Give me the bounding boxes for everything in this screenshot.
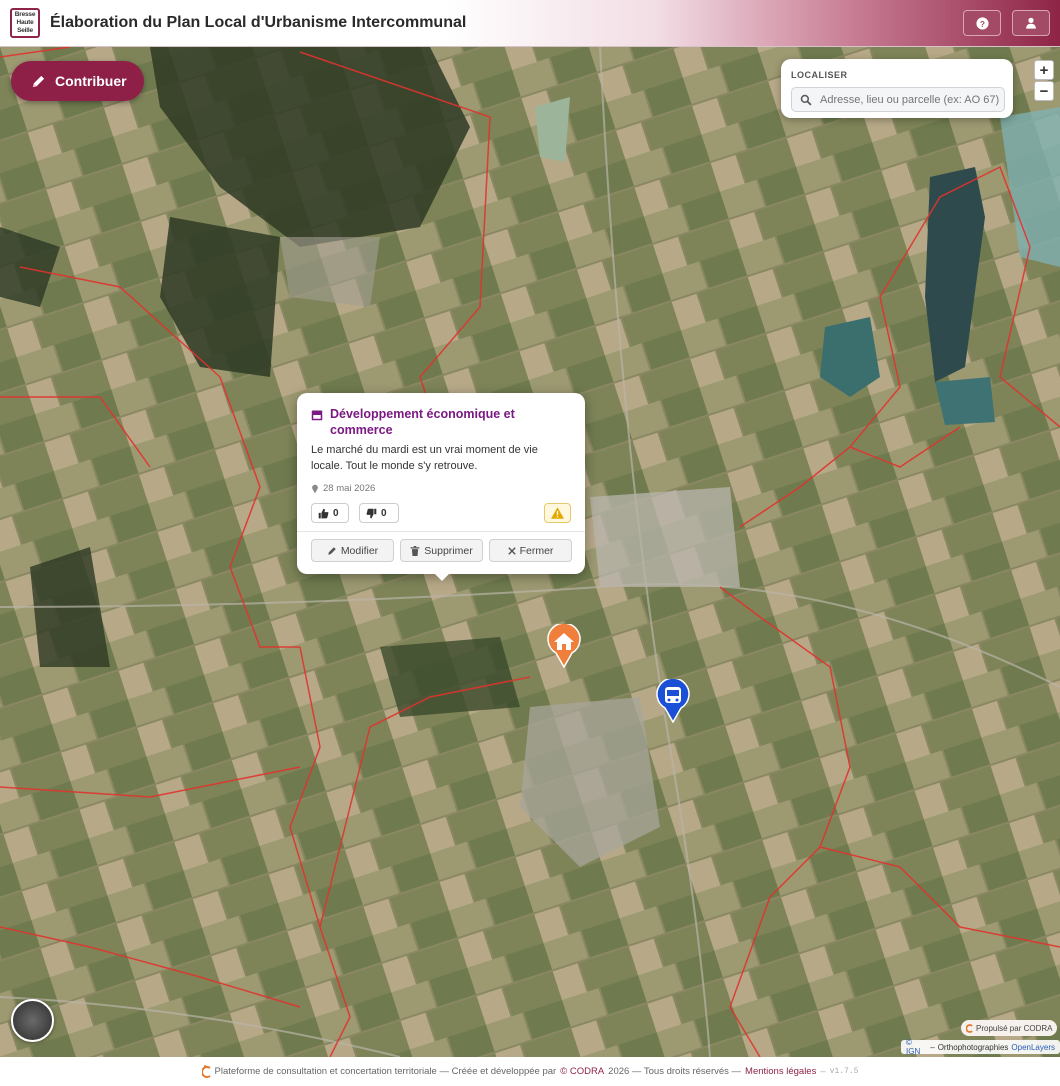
dislike-button[interactable]: 0 [359, 503, 399, 523]
svg-text:?: ? [980, 19, 985, 28]
logo-line-1: Bresse [14, 11, 36, 18]
close-button[interactable]: Fermer [489, 539, 572, 562]
report-button[interactable] [544, 503, 571, 523]
logo-line-2: Haute [16, 19, 34, 26]
close-label: Fermer [519, 544, 554, 557]
map-pin-icon [312, 484, 318, 493]
dislike-count: 0 [381, 507, 387, 519]
logo[interactable]: Bresse Haute Seille [10, 8, 40, 38]
attribution-separator: – [930, 1042, 935, 1052]
zoom-in-button[interactable]: + [1034, 60, 1054, 80]
contribute-button[interactable]: Contribuer [11, 61, 144, 101]
map-rotate-compass[interactable] [11, 999, 54, 1042]
popup-date: 28 mai 2026 [311, 483, 375, 494]
thumbs-down-icon [366, 508, 377, 518]
footer-copyright: 2026 — Tous droits réservés — [608, 1066, 742, 1077]
page-title: Élaboration du Plan Local d'Urbanisme In… [50, 14, 467, 31]
footer-text: Plateforme de consultation et concertati… [214, 1066, 557, 1077]
shop-icon [311, 410, 323, 421]
trash-icon [410, 545, 420, 556]
close-icon [507, 546, 516, 555]
powered-by-badge[interactable]: Propulsé par CODRA [961, 1020, 1058, 1036]
user-button[interactable] [1012, 10, 1050, 36]
home-icon [547, 624, 581, 668]
search-icon [800, 94, 812, 105]
user-icon [1026, 17, 1036, 29]
attribution-ign-link[interactable]: © IGN [906, 1038, 927, 1056]
popup-message: Le marché du mardi est un vrai moment de… [311, 444, 538, 472]
delete-button[interactable]: Supprimer [400, 539, 483, 562]
logo-line-3: Seille [17, 27, 33, 34]
locate-label: LOCALISER [791, 70, 848, 80]
contribution-popup: Développement économique et commerce Le … [297, 393, 585, 581]
pencil-icon [32, 75, 45, 87]
warning-icon [551, 507, 564, 519]
help-button[interactable]: ? [963, 10, 1001, 36]
powered-by-text: Propulsé par CODRA [976, 1023, 1053, 1033]
attribution-ortho-text: Orthophotographies [937, 1042, 1009, 1052]
legal-notice-link[interactable]: Mentions légales [745, 1066, 816, 1077]
popup-category-title: Développement économique et commerce [330, 407, 515, 437]
footer-codra-link[interactable]: © CODRA [560, 1066, 604, 1077]
popup-divider [297, 531, 585, 532]
page-footer: Plateforme de consultation et concertati… [0, 1057, 1060, 1086]
bus-icon [656, 679, 690, 723]
like-button[interactable]: 0 [311, 503, 349, 523]
app-header: Bresse Haute Seille Élaboration du Plan … [0, 0, 1060, 47]
codra-logo-icon [966, 1023, 973, 1033]
locate-input-box[interactable] [791, 87, 1005, 112]
pencil-icon [328, 546, 336, 555]
map-attribution: © IGN – Orthophotographies OpenLayers [901, 1038, 1060, 1056]
edit-label: Modifier [340, 544, 379, 557]
delete-label: Supprimer [424, 544, 473, 557]
codra-logo-icon [201, 1064, 211, 1078]
attribution-openlayers-link[interactable]: OpenLayers [1011, 1043, 1055, 1052]
locate-search-input[interactable] [820, 93, 1000, 106]
version-label: v1.7.5 [829, 1067, 859, 1076]
zoom-out-button[interactable]: − [1034, 81, 1054, 101]
edit-button[interactable]: Modifier [311, 539, 394, 562]
thumbs-up-icon [318, 508, 329, 518]
question-circle-icon: ? [975, 16, 989, 30]
like-count: 0 [333, 507, 339, 519]
contribute-label: Contribuer [55, 73, 127, 89]
footer-dash: – [820, 1066, 826, 1077]
popup-date-text: 28 mai 2026 [323, 483, 376, 494]
locate-panel: LOCALISER [781, 59, 1013, 118]
